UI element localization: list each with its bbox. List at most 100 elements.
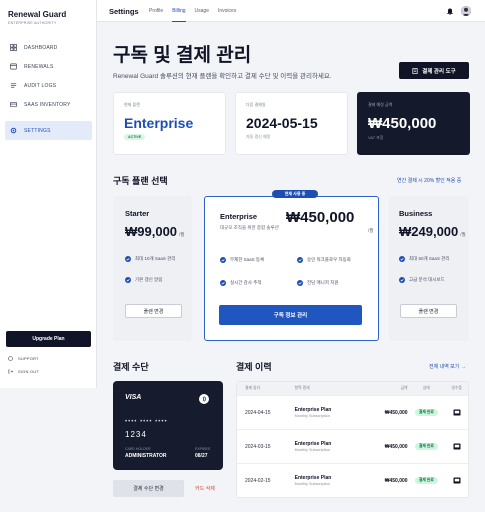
column-header: 항목 명세 xyxy=(294,386,310,390)
annual-discount-link[interactable]: 연간 결제 시 20% 할인 적용 중 xyxy=(397,177,461,184)
plan-feature: 기본 갱신 알림 xyxy=(125,277,185,283)
check-icon xyxy=(399,277,405,283)
row-subtitle: Monthly Subscription xyxy=(294,414,330,418)
plan-per: /월 xyxy=(368,228,374,233)
column-header: 상태 xyxy=(422,386,430,390)
amount-due-note: VAT 포함 xyxy=(368,135,384,140)
support-label: SUPPORT xyxy=(18,356,39,361)
plan-name: Starter xyxy=(125,209,150,218)
card-expires-label: EXPIRES xyxy=(195,447,211,451)
list-icon xyxy=(10,83,17,88)
row-description: Enterprise Plan Monthly Subscription xyxy=(285,441,366,452)
row-receipt-cell xyxy=(445,443,468,450)
status-badge: ACTIVE xyxy=(124,134,146,140)
check-icon xyxy=(220,257,226,263)
current-plan-value: Enterprise xyxy=(124,115,194,131)
sidebar-item-renewals[interactable]: RENEWALS xyxy=(5,57,92,76)
tab-usage[interactable]: Usage xyxy=(195,0,209,22)
bell-icon[interactable] xyxy=(446,7,454,15)
check-icon xyxy=(399,256,405,262)
card-holder-name: ADMINISTRATOR xyxy=(125,453,167,459)
receipt-download-icon[interactable] xyxy=(453,409,461,416)
column-header: 금액 xyxy=(400,386,408,390)
amount-due-label: 결제 예정 금액 xyxy=(368,102,393,107)
row-status-cell: 결제 완료 xyxy=(408,477,446,484)
current-plan-card: 현재 플랜 Enterprise ACTIVE xyxy=(113,92,226,155)
row-plan: Enterprise Plan xyxy=(294,407,332,413)
row-amount: ₩450,000 xyxy=(384,443,408,450)
amount-due-card: 결제 예정 금액 ₩450,000 VAT 포함 xyxy=(357,92,470,155)
top-bar: Settings Profile Billing Usage Invoices xyxy=(97,0,485,22)
row-description: Enterprise Plan Monthly Subscription xyxy=(285,475,366,486)
next-billing-label: 다음 결제일 xyxy=(246,102,266,107)
status-badge: 결제 완료 xyxy=(414,477,438,484)
row-date: 2024-03-15 xyxy=(245,443,271,450)
plan-feature: 고급 분석 대시보드 xyxy=(399,277,461,283)
receipt-download-icon[interactable] xyxy=(453,443,461,450)
receipt-download-icon[interactable] xyxy=(453,477,461,484)
change-payment-button[interactable]: 결제 수단 변경 xyxy=(113,480,184,497)
help-icon xyxy=(8,356,13,361)
row-receipt-cell xyxy=(445,477,468,484)
card-number-masked: •••• •••• •••• xyxy=(125,419,168,425)
top-title: Settings xyxy=(109,7,139,16)
sidebar-item-settings[interactable]: SETTINGS xyxy=(5,121,92,140)
plan-feature: 승인 워크플로우 자동화 xyxy=(297,257,369,263)
upgrade-plan-button[interactable]: Upgrade Plan xyxy=(6,331,91,347)
plan-feature: 무제한 SaaS 등록 xyxy=(220,257,292,263)
row-amount: ₩450,000 xyxy=(384,409,408,416)
plan-card-starter: Starter ₩99,000 /월 최대 10개 SaaS 관리 기본 갱신 … xyxy=(113,196,192,341)
row-status-cell: 결제 완료 xyxy=(408,443,446,450)
delete-card-link[interactable]: 카드 삭제 xyxy=(195,485,215,492)
row-plan: Enterprise Plan xyxy=(294,441,332,447)
tab-profile[interactable]: Profile xyxy=(149,0,163,22)
status-badge: 결제 완료 xyxy=(414,443,438,450)
change-plan-button[interactable]: 플랜 변경 xyxy=(125,304,182,318)
sign-out-label: SIGN OUT xyxy=(18,369,39,374)
row-plan: Enterprise Plan xyxy=(294,475,332,481)
sidebar-item-dashboard[interactable]: DASHBOARD xyxy=(5,38,92,57)
plan-feature-text: 전담 매니저 지원 xyxy=(307,280,339,285)
amount-due-value: ₩450,000 xyxy=(368,115,437,132)
sidebar-nav: DASHBOARD RENEWALS AUDIT LOGS SAAS INVEN… xyxy=(5,38,92,140)
avatar[interactable] xyxy=(461,6,471,16)
user-avatar-icon xyxy=(461,6,471,16)
support-link[interactable]: SUPPORT xyxy=(8,356,39,361)
status-badge: 결제 완료 xyxy=(414,409,438,416)
sign-out-link[interactable]: SIGN OUT xyxy=(8,369,39,374)
plan-feature-text: 고급 분석 대시보드 xyxy=(409,277,445,282)
change-plan-button[interactable]: 플랜 변경 xyxy=(400,304,457,318)
check-icon xyxy=(125,256,131,262)
plan-price: ₩450,000 xyxy=(286,209,355,226)
row-date: 2024-04-15 xyxy=(245,409,271,416)
box-icon xyxy=(10,101,17,108)
logout-icon xyxy=(8,369,13,374)
tab-billing[interactable]: Billing xyxy=(172,0,186,22)
tab-bar: Profile Billing Usage Invoices xyxy=(149,0,245,22)
sidebar-item-saas-inventory[interactable]: SAAS INVENTORY xyxy=(5,95,92,114)
plans-section-title: 구독 플랜 선택 xyxy=(113,176,168,186)
sidebar-item-label: SETTINGS xyxy=(24,127,51,134)
history-section-title: 결제 이력 xyxy=(236,362,272,372)
row-receipt-cell xyxy=(445,409,468,416)
plan-feature-text: 기본 갱신 알림 xyxy=(135,277,163,282)
tab-invoices[interactable]: Invoices xyxy=(218,0,236,22)
sidebar-item-label: SAAS INVENTORY xyxy=(24,101,71,108)
billing-tools-button[interactable]: 결제 관리 도구 xyxy=(399,62,469,79)
view-all-history-link[interactable]: 전체 내역 보기 → xyxy=(429,363,466,370)
brand: Renewal Guard ENTERPRISE AUTHORITY xyxy=(8,10,66,25)
sidebar-item-audit-logs[interactable]: AUDIT LOGS xyxy=(5,76,92,95)
plan-feature-text: 최대 50개 SaaS 관리 xyxy=(409,256,450,261)
table-row: 2024-03-15 Enterprise Plan Monthly Subsc… xyxy=(237,429,468,463)
column-header: 영수증 xyxy=(451,386,462,390)
sidebar-item-label: RENEWALS xyxy=(24,63,54,70)
table-header: 결제 일자 항목 명세 금액 상태 영수증 xyxy=(237,382,468,395)
next-billing-card: 다음 결제일 2024-05-15 자동 갱신 예정 xyxy=(235,92,348,155)
table-row: 2024-04-15 Enterprise Plan Monthly Subsc… xyxy=(237,395,468,429)
plan-feature: 전담 매니저 지원 xyxy=(297,280,369,286)
check-icon xyxy=(220,280,226,286)
row-subtitle: Monthly Subscription xyxy=(294,448,330,452)
page-title: 구독 및 결제 관리 xyxy=(113,45,252,66)
plan-price: ₩249,000 xyxy=(399,224,459,239)
manage-subscription-button[interactable]: 구독 정보 관리 xyxy=(219,305,362,325)
